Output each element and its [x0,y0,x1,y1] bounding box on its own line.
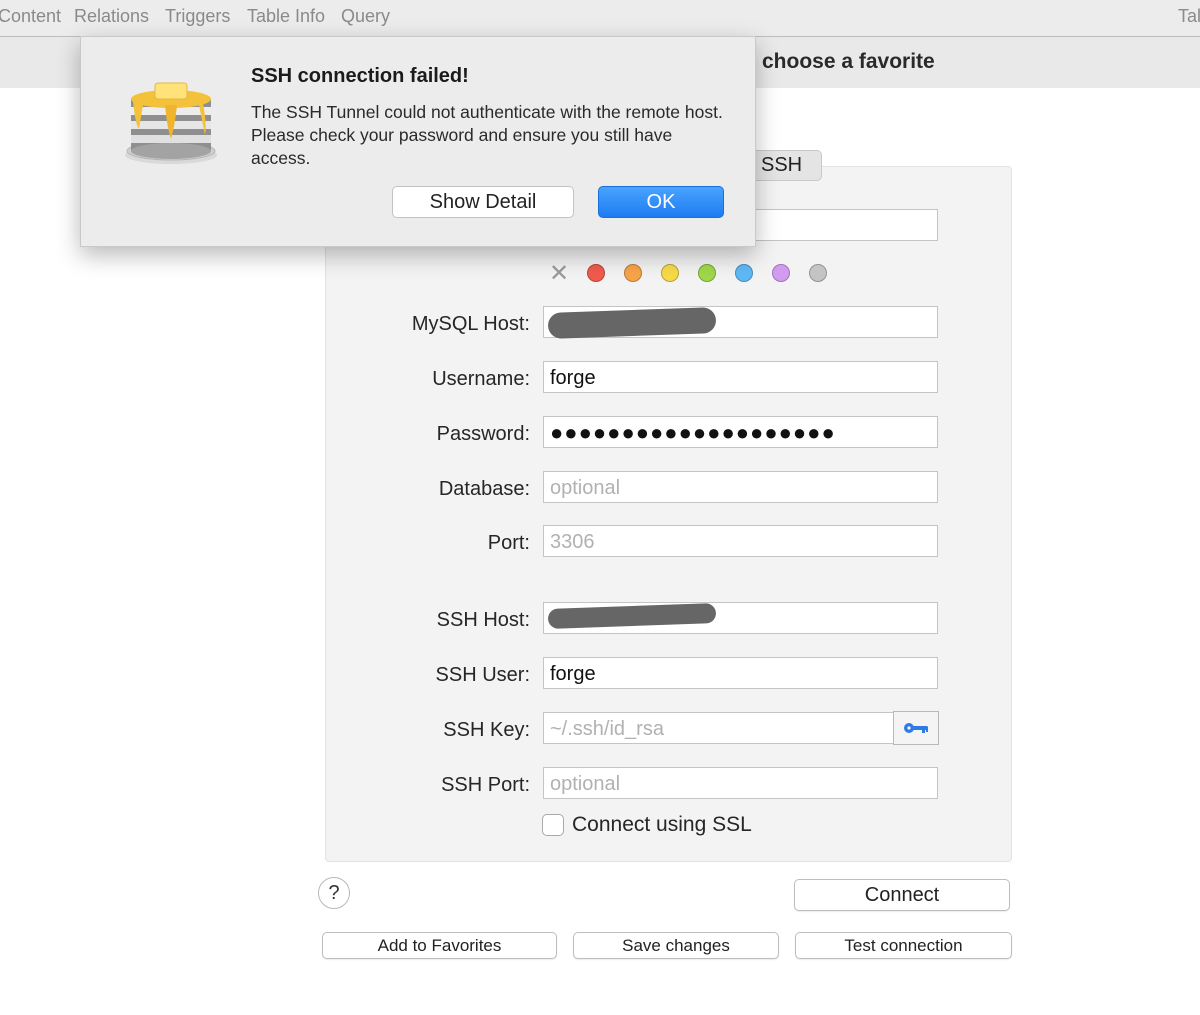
ssh-user-field[interactable]: forge [543,657,938,689]
color-tag-gray[interactable] [809,264,827,282]
color-tag-yellow[interactable] [661,264,679,282]
password-field[interactable]: ●●●●●●●●●●●●●●●●●●●● [543,416,938,448]
connect-button[interactable]: Connect [794,879,1010,911]
add-to-favorites-button[interactable]: Add to Favorites [322,932,557,959]
color-tag-red[interactable] [587,264,605,282]
ssh-error-alert: SSH connection failed! The SSH Tunnel co… [80,36,756,247]
save-changes-button[interactable]: Save changes [573,932,779,959]
database-field[interactable]: optional [543,471,938,503]
ssh-key-label: SSH Key: [443,719,530,741]
password-label: Password: [436,423,530,445]
color-tag-green[interactable] [698,264,716,282]
tab-relations[interactable]: Relations [74,6,149,27]
ssh-key-picker-button[interactable] [893,711,939,745]
color-tag-orange[interactable] [624,264,642,282]
color-tag-blue[interactable] [735,264,753,282]
ssh-port-field[interactable]: optional [543,767,938,799]
test-connection-button[interactable]: Test connection [795,932,1012,959]
ssh-user-label: SSH User: [435,664,530,686]
page-title: choose a favorite [762,50,935,73]
username-field[interactable]: forge [543,361,938,393]
x-icon[interactable]: ✕ [549,259,569,288]
tab-table-info[interactable]: Table Info [247,6,325,27]
tab-table[interactable]: Tal [1178,6,1200,27]
tab-triggers[interactable]: Triggers [165,6,230,27]
mysql-host-label: MySQL Host: [411,313,530,335]
ssh-host-label: SSH Host: [436,609,530,631]
ssl-checkbox-label: Connect using SSL [572,813,752,836]
tab-ssh[interactable]: SSH [746,150,822,181]
ssh-port-label: SSH Port: [441,774,530,796]
help-button[interactable]: ? [318,877,350,909]
database-label: Database: [438,478,530,500]
ssl-checkbox[interactable] [542,814,564,836]
alert-title: SSH connection failed! [251,65,469,87]
tab-content[interactable]: Content [0,6,61,27]
port-field[interactable]: 3306 [543,525,938,557]
show-detail-button[interactable]: Show Detail [392,186,574,218]
port-label: Port: [487,532,530,554]
alert-message: The SSH Tunnel could not authenticate wi… [251,102,723,168]
sequel-pro-pancake-icon [125,82,217,164]
ok-button[interactable]: OK [598,186,724,218]
key-icon [904,723,928,733]
ssh-key-field[interactable]: ~/.ssh/id_rsa [543,712,894,744]
tab-query[interactable]: Query [341,6,390,27]
tab-bar: Content Relations Triggers Table Info Qu… [0,0,1200,37]
color-tag-purple[interactable] [772,264,790,282]
username-label: Username: [432,368,530,390]
